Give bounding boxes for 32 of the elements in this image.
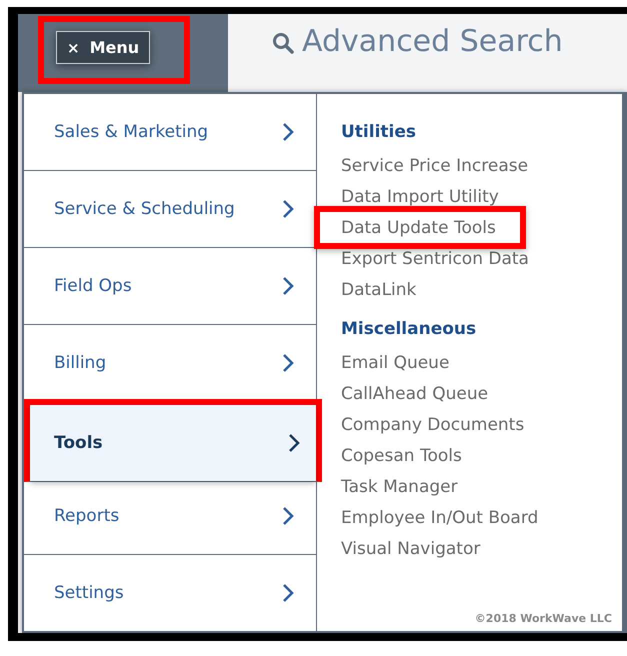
chevron-right-icon — [282, 506, 294, 526]
menu-category[interactable]: Settings — [24, 554, 316, 631]
menu-category[interactable]: Service & Scheduling — [24, 171, 316, 248]
menu-link[interactable]: Task Manager — [341, 476, 458, 496]
menu-category[interactable]: Field Ops — [24, 248, 316, 324]
menu-link[interactable]: Employee In/Out Board — [341, 508, 538, 528]
menu-link[interactable]: Export Sentricon Data — [341, 248, 529, 268]
section-heading: Utilities — [341, 122, 418, 142]
menu-link[interactable]: CallAhead Queue — [341, 384, 488, 404]
chevron-right-icon — [288, 432, 300, 453]
menu-link[interactable]: DataLink — [341, 280, 416, 300]
chevron-right-icon — [282, 276, 294, 296]
menu-link[interactable]: Data Update Tools — [341, 218, 496, 238]
chevron-right-icon — [282, 199, 294, 220]
menu-category[interactable]: Reports — [24, 478, 316, 554]
chevron-right-icon — [282, 353, 294, 374]
menu-link[interactable]: Visual Navigator — [341, 538, 480, 558]
chevron-right-icon — [282, 122, 294, 142]
copyright-text: ©2018 WorkWave LLC — [474, 612, 612, 625]
menu-link[interactable]: Data Import Utility — [341, 186, 499, 206]
menu-category[interactable]: Sales & Marketing — [24, 94, 316, 170]
page-title: Advanced Search — [302, 24, 563, 59]
menu-link[interactable]: Service Price Increase — [341, 156, 528, 176]
menu-button[interactable]: × Menu — [56, 31, 150, 64]
search-icon — [272, 32, 294, 54]
menu-link[interactable]: Copesan Tools — [341, 446, 462, 466]
section-heading: Miscellaneous — [341, 319, 478, 339]
menu-link[interactable]: Company Documents — [341, 414, 524, 434]
menu-category[interactable]: Tools — [30, 404, 316, 481]
menu-link[interactable]: Email Queue — [341, 352, 450, 372]
chevron-right-icon — [282, 582, 294, 603]
menu-category[interactable]: Billing — [24, 325, 316, 402]
